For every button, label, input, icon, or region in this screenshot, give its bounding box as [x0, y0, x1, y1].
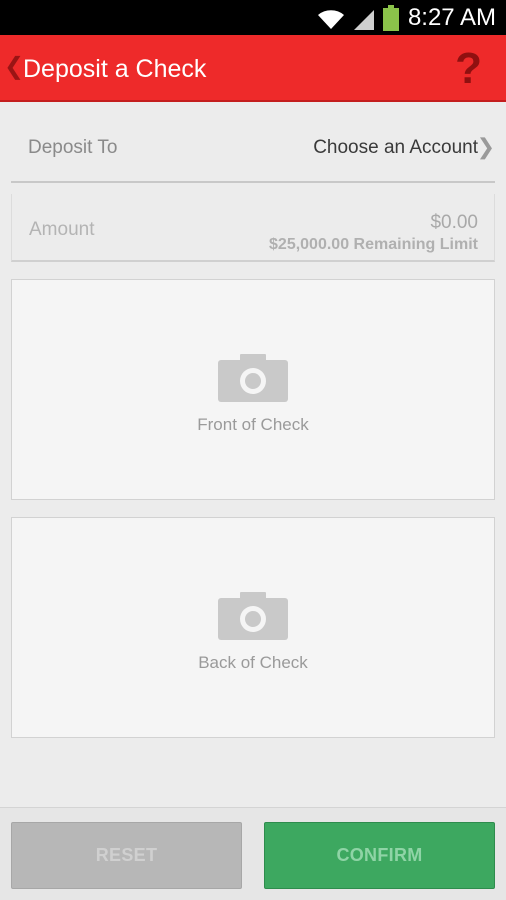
choose-account-value[interactable]: Choose an Account [313, 137, 478, 159]
camera-icon [218, 354, 288, 402]
deposit-to-row[interactable]: Deposit To Choose an Account ❯ [11, 112, 495, 183]
signal-icon [354, 10, 374, 30]
app-bar: ❮ Deposit a Check ? [0, 35, 506, 102]
bottom-action-bar: RESET CONFIRM [0, 807, 506, 900]
back-of-check-capture[interactable]: Back of Check [11, 517, 495, 738]
status-icons [316, 5, 400, 31]
reset-button[interactable]: RESET [11, 822, 242, 889]
back-chevron-icon[interactable]: ❮ [4, 53, 24, 81]
battery-icon [383, 5, 399, 31]
front-of-check-capture[interactable]: Front of Check [11, 279, 495, 500]
amount-label: Amount [29, 219, 95, 240]
status-bar: 8:27 AM [0, 0, 506, 35]
camera-icon [218, 592, 288, 640]
help-icon[interactable]: ? [455, 46, 482, 92]
chevron-right-icon: ❯ [476, 134, 495, 159]
amount-value[interactable]: $0.00 [430, 212, 478, 234]
status-time: 8:27 AM [407, 4, 496, 31]
deposit-to-label: Deposit To [28, 137, 118, 158]
remaining-limit-text: $25,000.00 Remaining Limit [269, 236, 478, 253]
wifi-icon [318, 10, 344, 30]
page-title: Deposit a Check [23, 55, 207, 83]
back-of-check-label: Back of Check [198, 653, 308, 672]
front-of-check-label: Front of Check [197, 415, 309, 434]
confirm-button[interactable]: CONFIRM [264, 822, 495, 889]
amount-field[interactable]: Amount $0.00 $25,000.00 Remaining Limit [11, 194, 495, 262]
